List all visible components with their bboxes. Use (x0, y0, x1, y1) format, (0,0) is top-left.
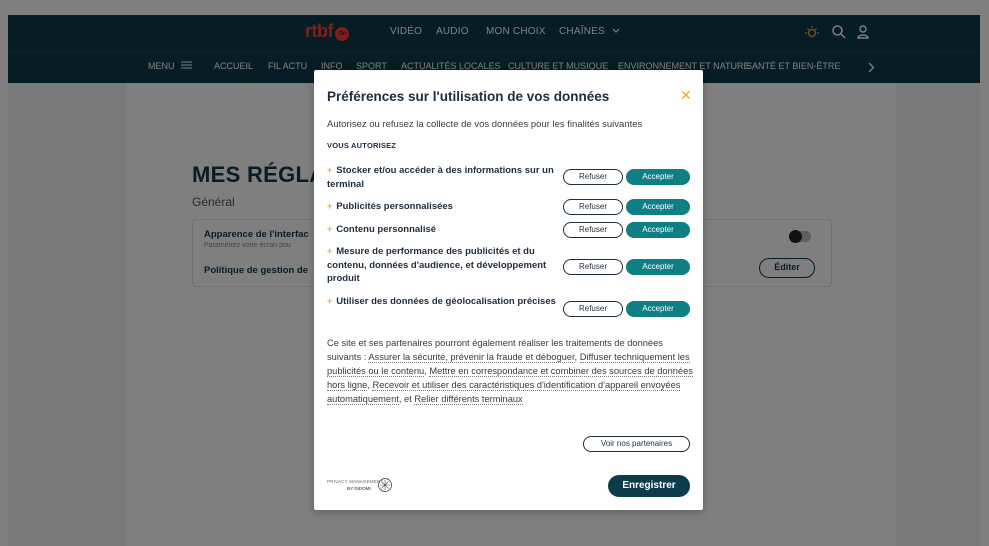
accept-button[interactable]: Accepter (626, 301, 690, 317)
plus-icon[interactable]: + (327, 246, 332, 256)
allow-heading: VOUS AUTORISEZ (327, 141, 397, 150)
separator: , et (398, 394, 415, 404)
consent-modal: Préférences sur l'utilisation de vos don… (314, 70, 703, 510)
legal-link-devices[interactable]: Relier différents terminaux (414, 394, 523, 405)
modal-title: Préférences sur l'utilisation de vos don… (327, 89, 610, 104)
refuse-button[interactable]: Refuser (563, 259, 623, 275)
refuse-button[interactable]: Refuser (563, 169, 623, 185)
refuse-button[interactable]: Refuser (563, 301, 623, 317)
refuse-button[interactable]: Refuser (563, 199, 623, 215)
accept-button[interactable]: Accepter (626, 169, 690, 185)
accept-button[interactable]: Accepter (626, 259, 690, 275)
plus-icon[interactable]: + (327, 296, 332, 306)
purpose-label: Mesure de performance des publicités et … (327, 246, 547, 284)
purpose-storage: + Stocker et/ou accéder à des information… (327, 164, 557, 191)
partners-button[interactable]: Voir nos partenaires (583, 436, 690, 452)
purpose-geolocation: + Utiliser des données de géolocalisation… (327, 295, 557, 309)
plus-icon[interactable]: + (327, 224, 332, 234)
didomi-text: PRIVACY MANAGEMENT (327, 479, 384, 484)
plus-icon[interactable]: + (327, 165, 332, 175)
save-button[interactable]: Enregistrer (608, 475, 690, 497)
legal-link-security[interactable]: Assurer la sécurité, prévenir la fraude … (368, 352, 575, 363)
didomi-brand: BY DIDOMI (347, 486, 371, 491)
purpose-personalized-ads: + Publicités personnalisées (327, 200, 557, 214)
didomi-logo: PRIVACY MANAGEMENT BY DIDOMI (327, 477, 397, 497)
close-icon[interactable]: ✕ (680, 88, 692, 102)
purpose-measurement: + Mesure de performance des publicités et… (327, 245, 557, 286)
accept-button[interactable]: Accepter (626, 199, 690, 215)
legal-text: Ce site et ses partenaires pourront égal… (327, 336, 693, 406)
purpose-label: Utiliser des données de géolocalisation … (336, 296, 556, 307)
refuse-button[interactable]: Refuser (563, 222, 623, 238)
plus-icon[interactable]: + (327, 201, 332, 211)
page: rtbfOn VIDÉO AUDIO MON CHOIX CHAÎNES MEN… (0, 0, 989, 546)
accept-button[interactable]: Accepter (626, 222, 690, 238)
didomi-icon (378, 478, 392, 492)
purpose-label: Contenu personnalisé (336, 224, 437, 235)
modal-intro: Autorisez ou refusez la collecte de vos … (327, 119, 643, 130)
purpose-label: Stocker et/ou accéder à des informations… (327, 165, 554, 190)
separator: , (574, 352, 580, 362)
purpose-label: Publicités personnalisées (336, 201, 453, 212)
purpose-personalized-content: + Contenu personnalisé (327, 223, 557, 237)
